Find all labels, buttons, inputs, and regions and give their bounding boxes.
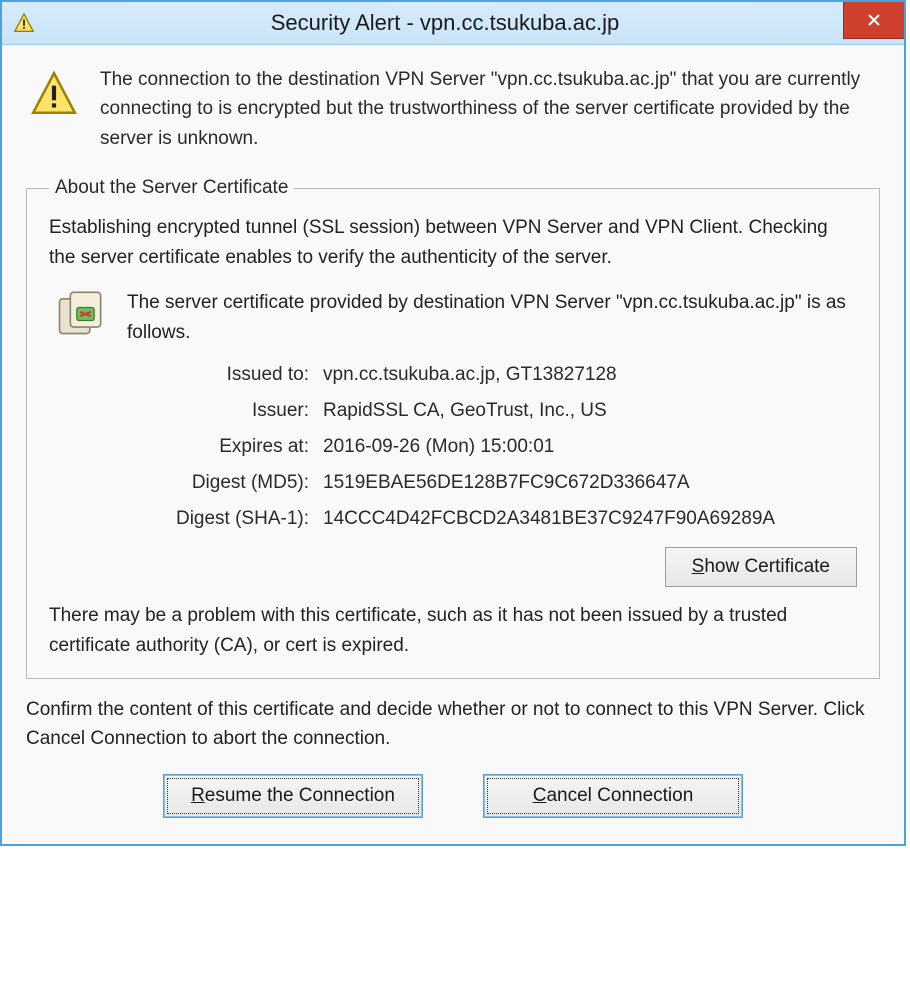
group-intro-text: Establishing encrypted tunnel (SSL sessi… bbox=[49, 213, 857, 272]
expires-value: 2016-09-26 (Mon) 15:00:01 bbox=[323, 436, 857, 458]
sha1-label: Digest (SHA-1): bbox=[129, 508, 323, 530]
show-certificate-button[interactable]: Show Certificate bbox=[665, 547, 857, 587]
close-button[interactable] bbox=[843, 2, 904, 39]
md5-label: Digest (MD5): bbox=[129, 472, 323, 494]
certificate-icon bbox=[49, 288, 109, 347]
dialog-window: Security Alert - vpn.cc.tsukuba.ac.jp Th… bbox=[0, 0, 906, 846]
titlebar-warning-icon bbox=[2, 12, 46, 34]
issued-to-label: Issued to: bbox=[129, 364, 323, 386]
certificate-intro-text: The server certificate provided by desti… bbox=[127, 288, 857, 347]
warning-icon bbox=[26, 65, 82, 153]
certificate-group: About the Server Certificate Establishin… bbox=[26, 177, 880, 679]
resume-connection-button[interactable]: Resume the Connection bbox=[163, 774, 423, 818]
window-title: Security Alert - vpn.cc.tsukuba.ac.jp bbox=[46, 10, 904, 36]
issued-to-value: vpn.cc.tsukuba.ac.jp, GT13827128 bbox=[323, 364, 857, 386]
issuer-value: RapidSSL CA, GeoTrust, Inc., US bbox=[323, 400, 857, 422]
md5-value: 1519EBAE56DE128B7FC9C672D336647A bbox=[323, 472, 857, 494]
close-icon bbox=[866, 12, 882, 28]
cancel-label: ancel Connection bbox=[546, 785, 693, 806]
confirm-text: Confirm the content of this certificate … bbox=[26, 695, 880, 754]
certificate-details: Issued to: vpn.cc.tsukuba.ac.jp, GT13827… bbox=[129, 357, 857, 537]
show-certificate-label: how Certificate bbox=[704, 556, 830, 577]
sha1-value: 14CCC4D42FCBCD2A3481BE37C9247F90A69289A bbox=[323, 508, 857, 530]
intro-text: The connection to the destination VPN Se… bbox=[100, 65, 880, 153]
dialog-content: The connection to the destination VPN Se… bbox=[2, 45, 904, 844]
cancel-connection-button[interactable]: Cancel Connection bbox=[483, 774, 743, 818]
titlebar[interactable]: Security Alert - vpn.cc.tsukuba.ac.jp bbox=[2, 2, 904, 45]
issuer-label: Issuer: bbox=[129, 400, 323, 422]
problem-text: There may be a problem with this certifi… bbox=[49, 601, 857, 660]
expires-label: Expires at: bbox=[129, 436, 323, 458]
resume-label: esume the Connection bbox=[205, 785, 395, 806]
group-legend: About the Server Certificate bbox=[49, 177, 294, 199]
